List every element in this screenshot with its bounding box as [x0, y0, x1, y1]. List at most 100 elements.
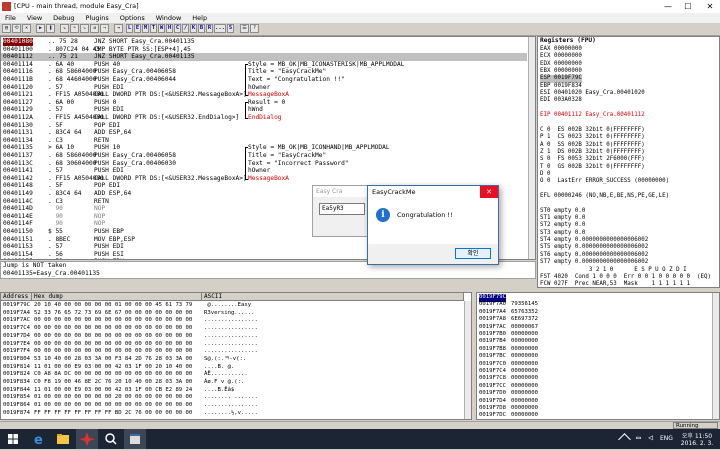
disasm-address: 00401130 [3, 121, 33, 129]
password-input[interactable]: Ea5yR3 [319, 203, 365, 215]
disasm-instruction: PUSH EDI [94, 83, 124, 91]
step-into-icon[interactable]: ↘ [60, 24, 69, 33]
edge-browser-icon[interactable]: e [28, 429, 50, 449]
disasm-bytes: . 57 [48, 106, 63, 114]
register-line: T 0 GS 002B 32bit 0(FFFFFFFF) [540, 163, 645, 170]
disasm-address: 00401153 [3, 243, 33, 251]
dump-pane[interactable]: Address Hex dump ASCII 0019F79C 20 10 40 … [0, 292, 472, 420]
trace-over-icon[interactable]: ⇉ [90, 24, 99, 33]
dump-hex: 00 00 00 00 00 00 00 00 00 00 00 00 00 0… [34, 332, 193, 339]
disasm-instruction: NOP [94, 220, 106, 228]
open-icon[interactable]: ▤ [2, 24, 11, 33]
tray-overflow-icon[interactable] [618, 433, 631, 446]
disasm-bytes: . 68 58604000 [48, 68, 97, 76]
registers-pane[interactable]: Registers (FPU) EAX 00000000 ECX 00000000… [537, 36, 720, 288]
restart-icon[interactable]: ⟲ [12, 24, 21, 33]
network-icon[interactable]: ▭ [636, 433, 641, 442]
dump-hex: 00 00 00 00 00 00 00 00 00 00 00 00 00 0… [34, 325, 193, 332]
dump-scrollbar[interactable] [464, 301, 471, 419]
info-icon: i [376, 208, 390, 222]
clock-time[interactable]: 오후 11:50 [680, 431, 714, 440]
help-icon[interactable]: ? [250, 24, 259, 33]
toolbar-log-button[interactable]: L [126, 24, 133, 33]
disasm-address: 00401121 [3, 91, 33, 99]
dump-address: 0019F814 [3, 363, 30, 370]
trace-into-icon[interactable]: ⇘ [80, 24, 89, 33]
execute-till-return-icon[interactable]: → [100, 24, 109, 33]
pause-icon[interactable]: ❚ [46, 24, 55, 33]
toolbar-references-button[interactable]: R [206, 24, 213, 33]
disasm-row[interactable] [1, 106, 527, 114]
disasm-row[interactable] [1, 122, 527, 130]
start-button[interactable] [2, 429, 24, 449]
dump-hex: 01 00 00 00 00 00 00 00 00 00 00 00 00 0… [34, 402, 193, 409]
dialog-ok-button[interactable]: 확인 [455, 248, 491, 259]
stack-scrollbar[interactable] [712, 293, 719, 419]
close-program-icon[interactable]: ✕ [22, 24, 31, 33]
ollydbg-taskbar-icon[interactable] [76, 429, 98, 449]
congratulation-dialog[interactable]: EasyCrackMe ✕ i Congratulation !! 확인 [367, 185, 499, 265]
input-language[interactable]: ENG [660, 435, 673, 442]
menu-window[interactable]: Window [154, 13, 184, 23]
toolbar-modules-button[interactable]: E [134, 24, 141, 33]
disasm-bytes: . 57 [48, 243, 63, 251]
disasm-row[interactable] [1, 38, 527, 46]
disasm-address: 00401142 [3, 174, 33, 182]
disasm-row[interactable] [1, 137, 527, 145]
toolbar-windows-button[interactable]: W [158, 24, 165, 33]
toolbar-callstack-button[interactable]: K [190, 24, 197, 33]
dump-header-hex[interactable]: Hex dump [32, 293, 202, 301]
toolbar-threads-button[interactable]: T [150, 24, 157, 33]
toolbar-breakpoints-button[interactable]: B [198, 24, 205, 33]
disasm-bytes: 90 [48, 220, 63, 228]
disasm-bytes: . 6A 40 [48, 60, 75, 68]
toolbar-cpu-button[interactable]: C [174, 24, 181, 33]
toolbar-runtrace-button[interactable]: ... [214, 24, 226, 33]
clock-date[interactable]: 2016. 2. 3. [680, 440, 714, 447]
pane-splitter[interactable] [0, 280, 536, 291]
dump-header-address[interactable]: Address [1, 293, 32, 301]
menu-file[interactable]: File [3, 13, 18, 23]
volume-icon[interactable]: ◁ [648, 433, 653, 442]
stack-pane[interactable]: 0019F79C 0019F7A0 79356145 0019F7A4 65763352… [476, 292, 720, 420]
dialog-titlebar[interactable]: EasyCrackMe [368, 186, 498, 198]
disasm-instruction: PUSH Easy_Cra.00406044 [94, 76, 176, 83]
maximize-button[interactable]: ☐ [680, 0, 696, 13]
disasm-bytes: . 5F [48, 121, 63, 129]
menu-debug[interactable]: Debug [51, 13, 76, 23]
dump-address: 0019F7E4 [3, 340, 30, 347]
menu-view[interactable]: View [25, 13, 44, 23]
toolbar-memory-button[interactable]: M [142, 24, 149, 33]
file-explorer-icon[interactable] [52, 429, 74, 449]
menu-help[interactable]: Help [190, 13, 209, 23]
disasm-row[interactable] [1, 53, 527, 61]
dump-hex: 00 00 00 00 00 00 00 00 00 00 00 00 00 0… [34, 317, 193, 324]
disasm-address: 00401116 [3, 68, 33, 76]
run-icon[interactable]: ▶ [36, 24, 45, 33]
search-icon[interactable] [100, 429, 122, 449]
toolbar-handles-button[interactable]: H [166, 24, 173, 33]
toolbar-source-button[interactable]: S [227, 24, 234, 33]
disasm-bytes: . 68 30604000 [48, 159, 97, 167]
menu-options[interactable]: Options [118, 13, 147, 23]
list-icon[interactable]: ☰ [240, 24, 249, 33]
toolbar-patches-button[interactable]: / [182, 24, 189, 33]
minimize-button[interactable]: — [660, 0, 676, 13]
disasm-address: 0040114C [3, 197, 33, 205]
dump-ascii: ................ [204, 348, 258, 355]
close-button[interactable]: ✕ [700, 0, 720, 13]
easycrackme-taskbar-icon[interactable] [124, 429, 146, 449]
disasm-address: 00401134 [3, 136, 33, 144]
disassembly-scrollbar[interactable] [528, 37, 535, 259]
goto-icon[interactable]: ⇥ [114, 24, 123, 33]
dump-address: 0019F854 [3, 394, 30, 401]
disasm-address: 0040112A [3, 114, 33, 121]
window-titlebar[interactable]: [CPU - main thread, module Easy_Cra] — ☐… [0, 0, 720, 14]
dump-header-ascii[interactable]: ASCII [202, 293, 464, 301]
dialog-close-button[interactable]: ✕ [480, 186, 498, 198]
disasm-instruction: RETN [94, 136, 109, 144]
dump-hex: 52 33 76 65 72 73 69 6E 67 00 00 00 00 0… [34, 309, 193, 316]
menu-plugins[interactable]: Plugins [83, 13, 110, 23]
step-over-icon[interactable]: ↷ [70, 24, 79, 33]
disasm-instruction: JNZ SHORT Easy_Cra.00401135 [94, 38, 195, 45]
